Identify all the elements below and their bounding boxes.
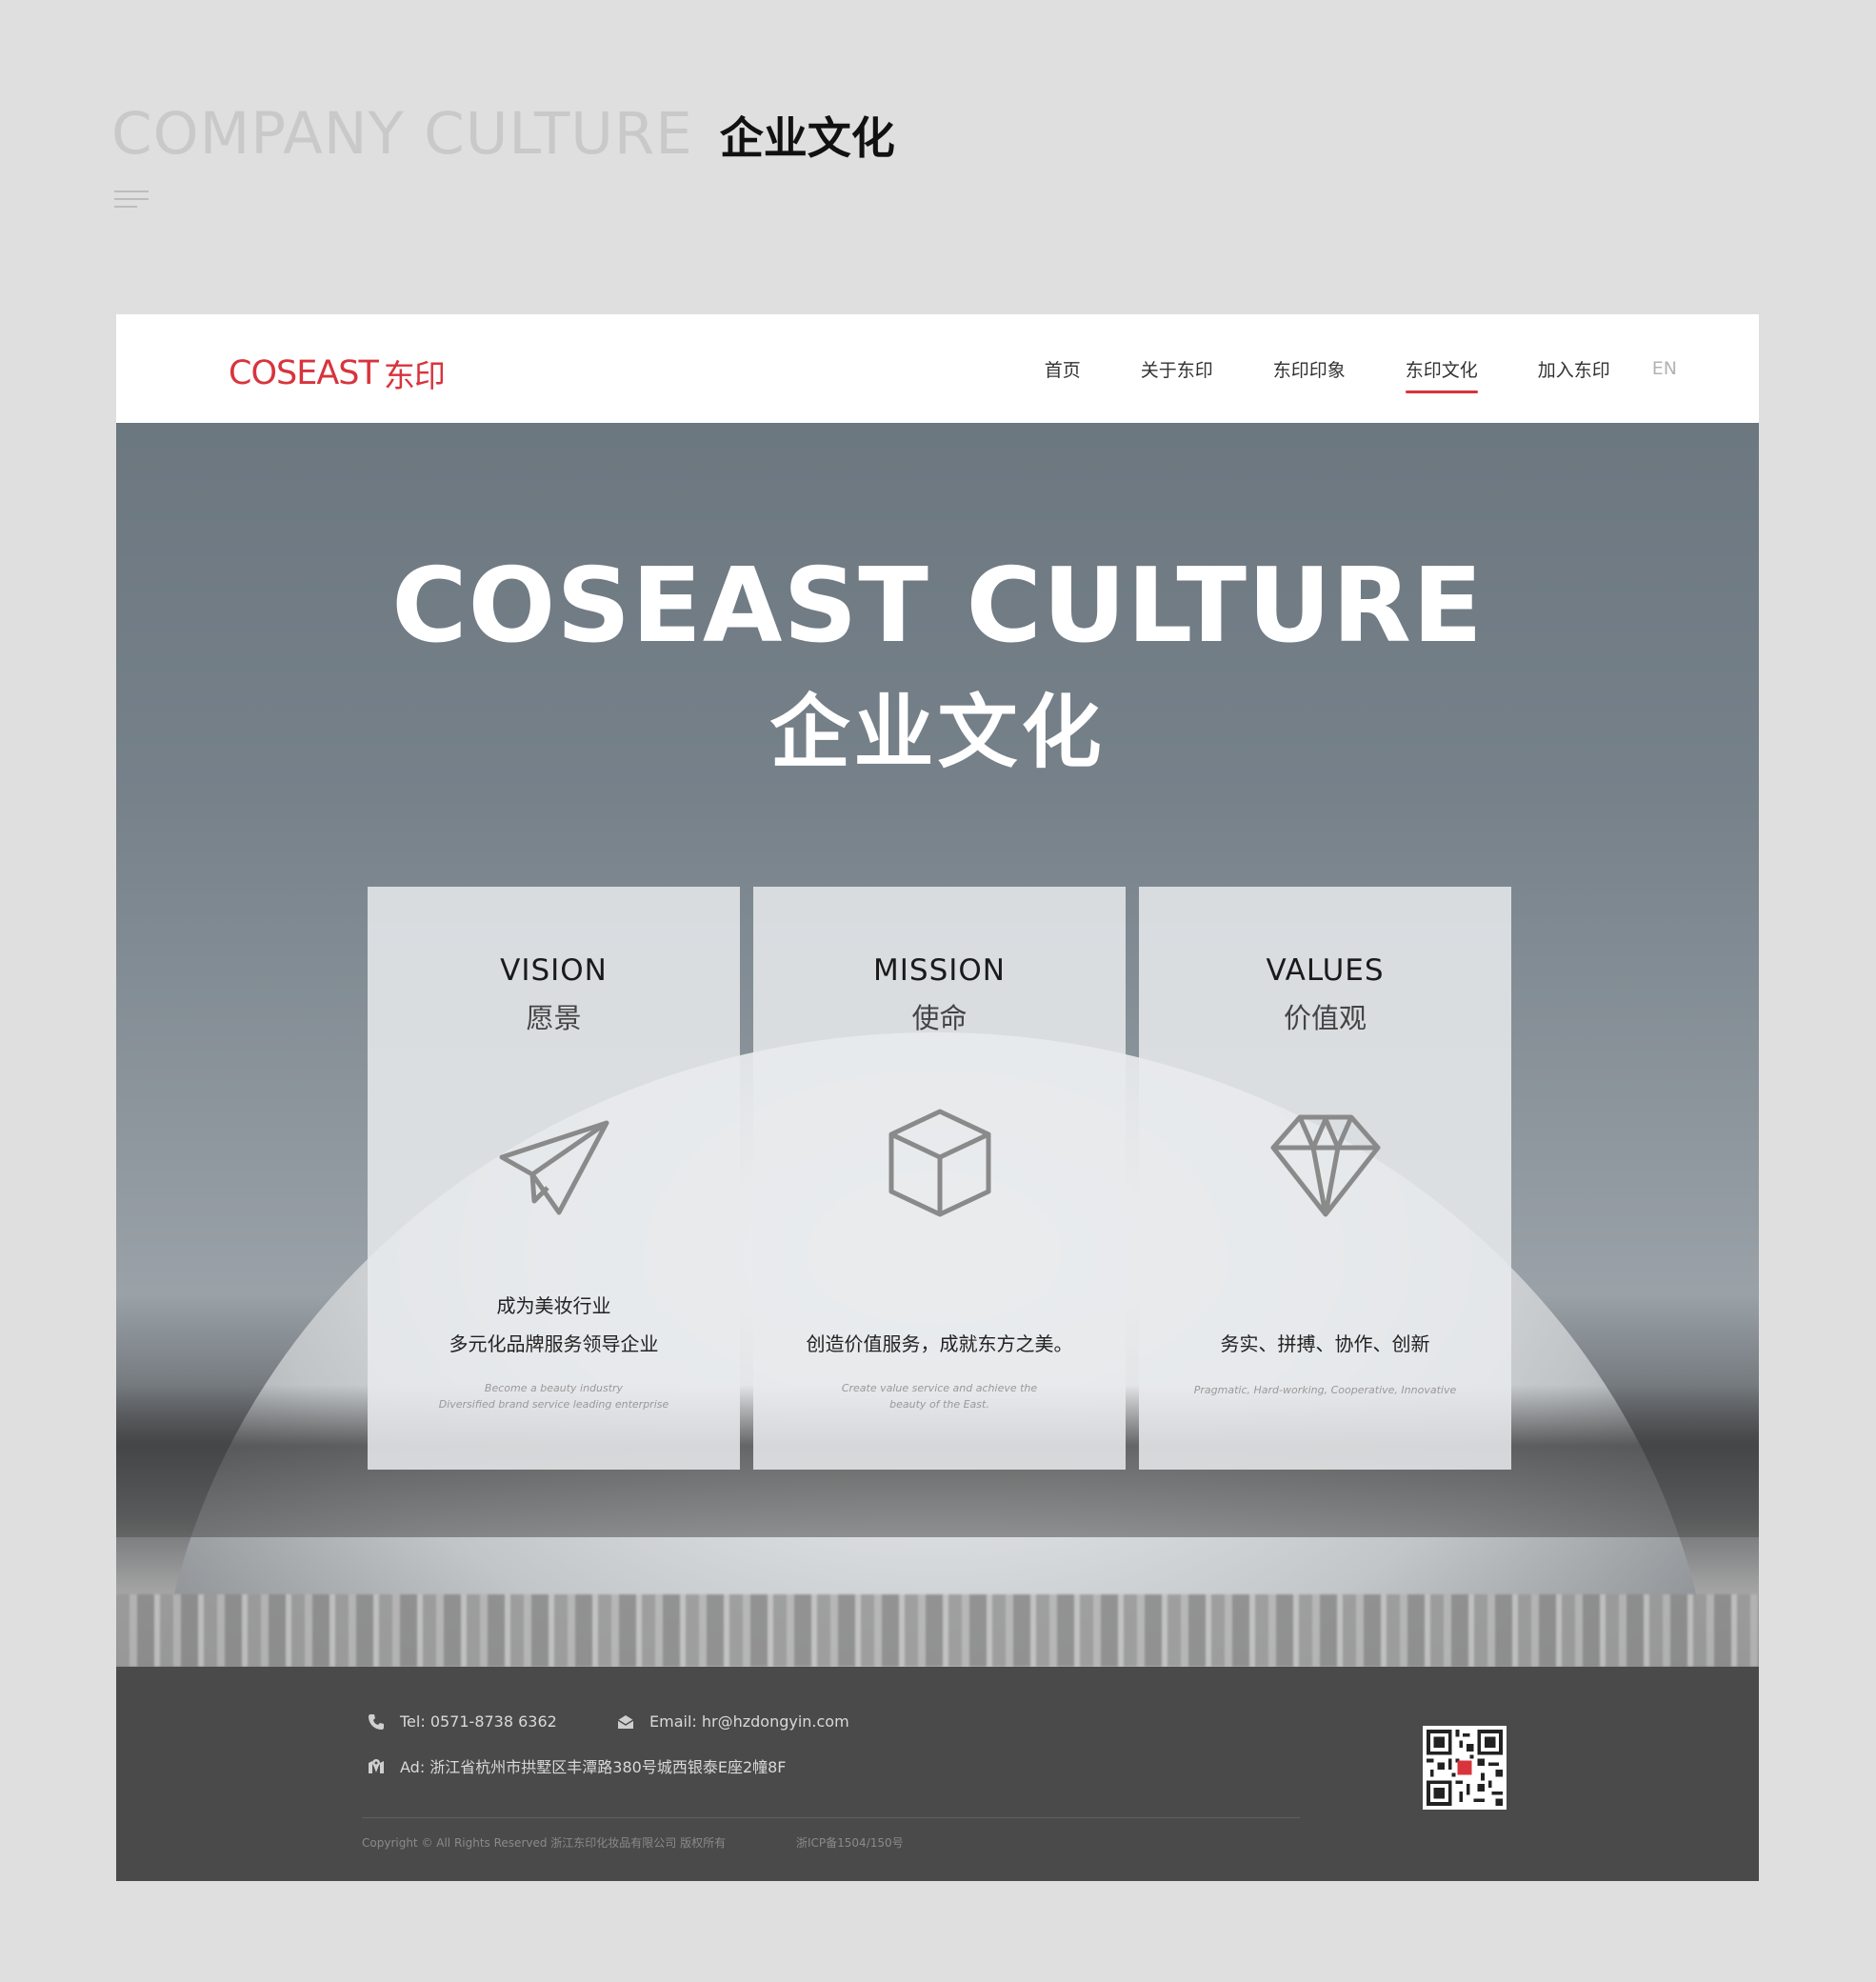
hero-subtitle: 企业文化 [769,686,1106,779]
card-en-text: Create value service and achieve the bea… [841,1382,1038,1411]
footer: Tel: 0571-8738 6362 Email: hr@hzdongyin.… [116,1667,1759,1881]
footer-address: Ad: 浙江省杭州市拱墅区丰潭路380号城西银泰E座2幢8F [368,1754,787,1777]
card-text-line: 务实、拼搏、协作、创新 [1220,1332,1430,1355]
mail-icon [617,1714,634,1729]
card-mission: MISSION 使命 创造价值服务，成就东方之美。 Create value s… [753,887,1126,1470]
card-en-text: Become a beauty industry Diversified bra… [438,1382,669,1411]
hamburger-icon[interactable] [114,190,149,210]
card-en-text: Pragmatic, Hard-working, Cooperative, In… [1193,1384,1457,1396]
footer-divider [362,1817,1300,1818]
card-text-line: 创造价值服务，成就东方之美。 [806,1332,1073,1355]
card-title: MISSION [873,953,1006,988]
logo[interactable]: COSEAST 东印 [229,350,446,396]
card-subtitle: 使命 [911,1002,968,1034]
footer-email[interactable]: Email: hr@hzdongyin.com [617,1712,849,1731]
page-heading-cn: 企业文化 [719,112,895,164]
card-values: VALUES 价值观 务实、拼搏、协作、创新 Pragmatic, Hard-w… [1139,887,1511,1470]
card-subtitle: 愿景 [526,1002,582,1034]
cube-icon [888,1109,990,1217]
page-heading: COMPANY CULTURE 企业文化 [111,100,895,168]
phone-icon [369,1713,384,1730]
footer-icp[interactable]: 浙ICP备1504/150号 [796,1834,904,1851]
map-pin-icon [369,1759,384,1773]
card-title: VALUES [1266,953,1385,988]
hero-title: COSEAST CULTURE [391,547,1484,666]
culture-cards: VISION 愿景 成为美妆行业 多元化品牌服务领导企业 Become a be… [368,887,1511,1470]
footer-tel: Tel: 0571-8738 6362 [368,1712,557,1731]
card-subtitle: 价值观 [1283,1002,1367,1034]
nav-item-culture[interactable]: 东印文化 [1405,347,1478,393]
top-navbar: COSEAST 东印 首页 关于东印 东印印象 东印文化 加入东印 EN [116,314,1759,423]
qr-code-icon [1423,1726,1507,1810]
logo-cn: 东印 [383,357,446,394]
website-mockup: COSEAST 东印 首页 关于东印 东印印象 东印文化 加入东印 EN COS… [116,314,1759,1881]
paper-plane-icon [499,1120,609,1215]
nav-item-impression[interactable]: 东印印象 [1273,347,1346,391]
main-nav: 首页 关于东印 东印印象 东印文化 加入东印 EN [985,314,1677,423]
nav-item-join[interactable]: 加入东印 [1538,347,1610,391]
page-heading-en: COMPANY CULTURE [111,100,693,168]
card-vision: VISION 愿景 成为美妆行业 多元化品牌服务领导企业 Become a be… [368,887,740,1470]
nav-item-home[interactable]: 首页 [1045,347,1081,391]
card-text-line: 多元化品牌服务领导企业 [449,1332,659,1355]
card-title: VISION [500,953,608,988]
logo-en: COSEAST [229,354,379,392]
nav-item-about[interactable]: 关于东印 [1141,347,1213,391]
card-text-line: 成为美妆行业 [496,1294,611,1317]
language-switch[interactable]: EN [1652,358,1677,379]
diamond-icon [1270,1114,1380,1217]
footer-copyright: Copyright © All Rights Reserved 浙江东印化妆品有… [362,1836,727,1850]
hero-section: COSEAST CULTURE 企业文化 VISION 愿景 成为美妆行业 多元… [116,423,1759,1667]
